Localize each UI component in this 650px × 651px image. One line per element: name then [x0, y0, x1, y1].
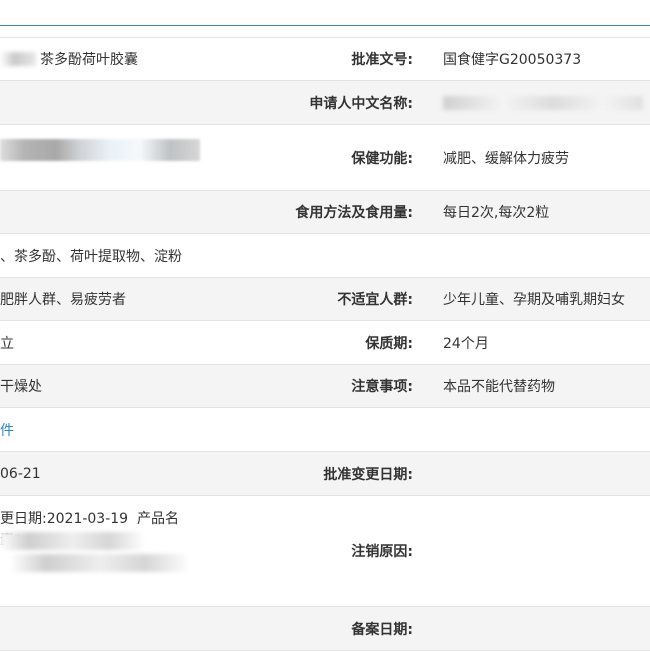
- shelf-life-value: 24个月: [443, 335, 489, 352]
- field-label: 不适宜人群:: [337, 292, 413, 308]
- table-row: 、茶多酚、荷叶提取物、淀粉: [0, 233, 650, 277]
- product-name-value: 茶多酚荷叶胶囊: [40, 52, 138, 68]
- field-label: 保质期:: [365, 335, 413, 352]
- storage-value: 干燥处: [0, 379, 42, 395]
- suitable-population-value: 肥胖人群、易疲劳者: [0, 292, 126, 308]
- table-row: 申请人中文名称:: [0, 80, 650, 124]
- field-label: 批准文号:: [351, 52, 413, 68]
- field-label: 食用方法及食用量:: [295, 205, 413, 221]
- approval-number-value: 国食健字G20050373: [443, 52, 582, 68]
- unsuitable-population-value: 少年儿童、孕期及哺乳期妇女: [443, 292, 625, 308]
- table-row: 06-21 批准变更日期:: [0, 451, 650, 495]
- table-row: 更日期:2021-03-19 产品名 囊" 注销原因:: [0, 495, 650, 606]
- table-row: 件: [0, 407, 650, 451]
- redacted-text: [0, 532, 145, 550]
- ingredients-value: 、茶多酚、荷叶提取物、淀粉: [0, 248, 182, 265]
- field-label: 申请人中文名称:: [309, 95, 413, 112]
- redacted-text: [0, 52, 36, 66]
- table-row: 茶多酚荷叶胶囊 批准文号: 国食健字G20050373: [0, 37, 650, 80]
- approval-date-value: 06-21: [0, 465, 41, 482]
- table-row: 立 保质期: 24个月: [0, 320, 650, 364]
- specification-value: 立: [0, 335, 14, 352]
- attachment-link[interactable]: 件: [0, 420, 14, 440]
- health-function-value: 减肥、缓解体力疲劳: [443, 150, 569, 167]
- field-label: 注意事项:: [351, 379, 413, 395]
- redacted-applicant-name: [443, 95, 643, 110]
- table-row: 保健功能: 减肥、缓解体力疲劳: [0, 124, 650, 190]
- redacted-text: [0, 139, 200, 161]
- table-row: 备案日期:: [0, 606, 650, 651]
- table-row: 干燥处 注意事项: 本品不能代替药物: [0, 364, 650, 407]
- redacted-text: [10, 554, 190, 572]
- field-label: 备案日期:: [351, 621, 413, 638]
- field-label: 批准变更日期:: [323, 466, 413, 483]
- field-label: 保健功能:: [351, 150, 413, 167]
- precautions-value: 本品不能代替药物: [443, 379, 555, 395]
- table-row: 食用方法及食用量: 每日2次,每次2粒: [0, 190, 650, 233]
- field-label: 注销原因:: [351, 544, 413, 560]
- table-row: 肥胖人群、易疲劳者 不适宜人群: 少年儿童、孕期及哺乳期妇女: [0, 277, 650, 320]
- dosage-value: 每日2次,每次2粒: [443, 205, 550, 221]
